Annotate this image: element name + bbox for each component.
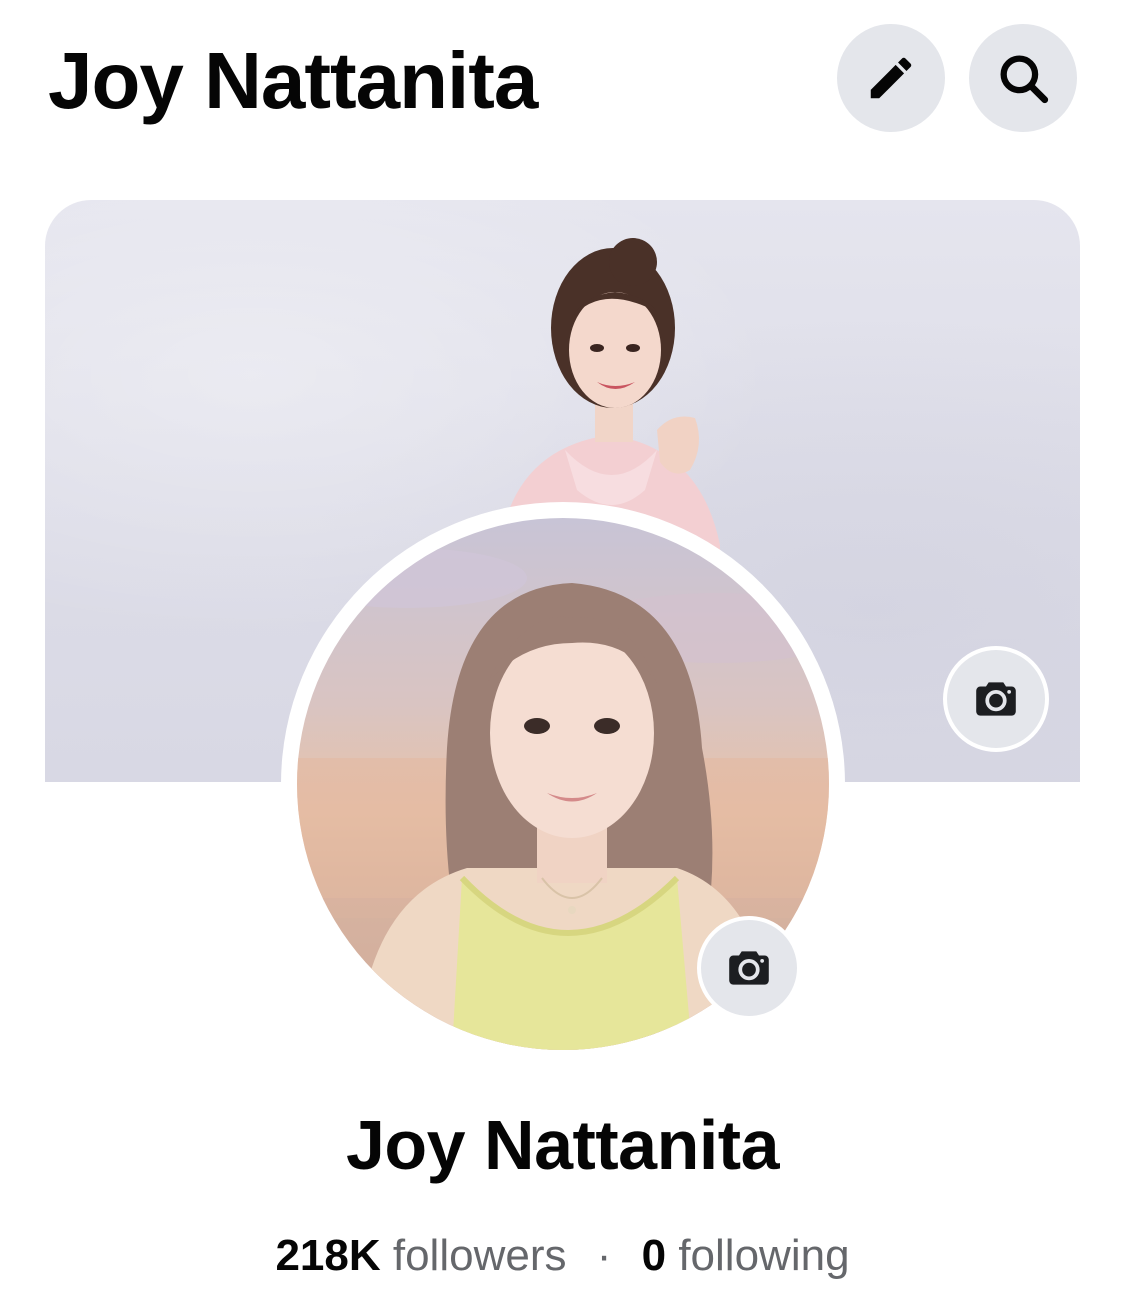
stats-separator: ·: [596, 1231, 612, 1280]
page-title: Joy Nattanita: [48, 36, 538, 125]
followers-count: 218K: [275, 1231, 381, 1280]
profile-page: Joy Nattanita Joy Nattanita 218K followe…: [0, 0, 1125, 1306]
followers-label: followers: [392, 1231, 567, 1280]
pencil-icon: [870, 57, 912, 99]
following-label: following: [678, 1231, 850, 1280]
following-count: 0: [641, 1231, 667, 1280]
following-link[interactable]: 0 following: [642, 1231, 850, 1280]
search-button[interactable]: [969, 24, 1077, 132]
followers-link[interactable]: 218K followers: [275, 1231, 578, 1280]
edit-profile-picture-button[interactable]: [697, 916, 801, 1020]
search-icon: [1000, 55, 1049, 104]
camera-icon: [729, 951, 769, 985]
edit-cover-photo-button[interactable]: [943, 646, 1049, 752]
camera-icon: [976, 682, 1016, 716]
profile-name: Joy Nattanita: [345, 1106, 780, 1184]
edit-profile-button[interactable]: [837, 24, 945, 132]
follow-stats: 218K followers · 0 following: [0, 1226, 1125, 1286]
